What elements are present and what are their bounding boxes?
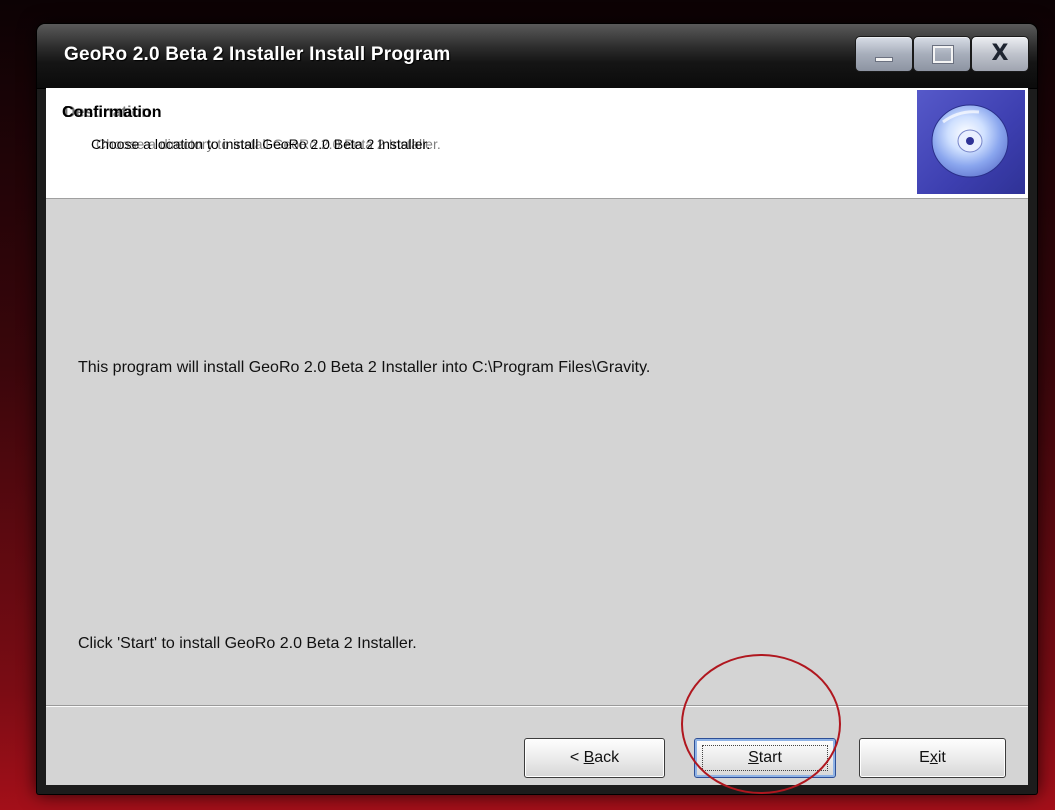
exit-button[interactable]: Exit bbox=[859, 738, 1006, 778]
minimize-button[interactable] bbox=[855, 36, 913, 72]
exit-button-mnemonic: x bbox=[929, 749, 938, 766]
header-title: Confirmation bbox=[62, 104, 162, 121]
wizard-header: Destination Confirmation Choose a direct… bbox=[46, 88, 1028, 199]
cd-disc-icon bbox=[917, 90, 1025, 194]
cd-disc-graphic bbox=[931, 104, 1009, 178]
header-subtitle: Choose a location to install GeoRo 2.0 B… bbox=[91, 136, 431, 152]
back-button[interactable]: < Back bbox=[524, 738, 665, 778]
back-button-label: ack bbox=[594, 749, 620, 766]
minimize-icon bbox=[876, 58, 892, 61]
maximize-button[interactable] bbox=[913, 36, 971, 72]
dialog-client-area: Destination Confirmation Choose a direct… bbox=[46, 88, 1028, 785]
start-button[interactable]: Start bbox=[694, 738, 836, 778]
installer-window: GeoRo 2.0 Beta 2 Installer Install Progr… bbox=[37, 24, 1037, 794]
title-bar[interactable]: GeoRo 2.0 Beta 2 Installer Install Progr… bbox=[37, 24, 1037, 89]
install-path-message: This program will install GeoRo 2.0 Beta… bbox=[78, 359, 651, 376]
exit-button-prefix: E bbox=[919, 749, 930, 766]
footer-divider bbox=[46, 705, 1028, 707]
click-start-message: Click 'Start' to install GeoRo 2.0 Beta … bbox=[78, 635, 417, 652]
close-icon: X bbox=[991, 41, 1009, 66]
close-button[interactable]: X bbox=[971, 36, 1029, 72]
window-title: GeoRo 2.0 Beta 2 Installer Install Progr… bbox=[64, 44, 451, 65]
back-button-mnemonic: B bbox=[583, 749, 595, 766]
back-button-prefix: < bbox=[569, 749, 584, 766]
maximize-icon bbox=[933, 46, 953, 63]
start-button-focus-ring bbox=[702, 745, 828, 771]
exit-button-label: it bbox=[937, 749, 946, 766]
